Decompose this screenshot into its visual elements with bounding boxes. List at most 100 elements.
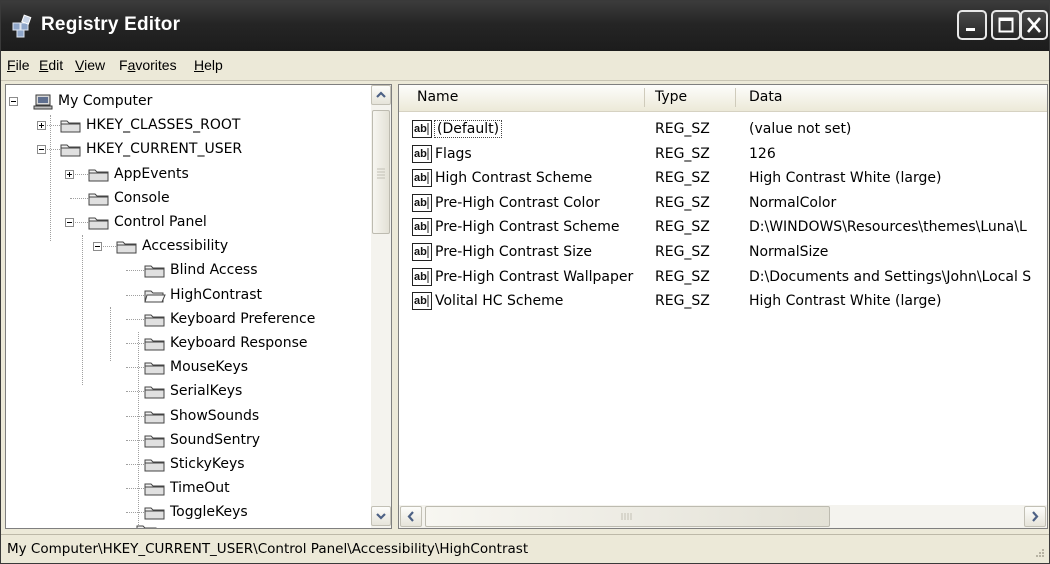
value-row[interactable]: ab Pre-High Contrast Wallpaper REG_SZ D:\Do… xyxy=(399,266,1047,290)
folder-icon xyxy=(144,386,165,399)
tree-node[interactable]: TimeOut xyxy=(6,478,366,500)
maximize-button[interactable] xyxy=(991,10,1021,40)
menu-view-text-rest: iew xyxy=(84,57,106,73)
scroll-thumb[interactable] xyxy=(372,110,390,234)
tree-node[interactable]: MouseKeys xyxy=(6,357,366,379)
menu-help[interactable]: Help xyxy=(194,57,223,73)
registry-editor-window: Registry Editor File Edit View Favorites… xyxy=(0,0,1050,564)
tree-node[interactable]: SoundSentry xyxy=(6,430,366,452)
tree-node[interactable]: Keyboard Response xyxy=(6,333,366,355)
value-type: REG_SZ xyxy=(655,170,710,187)
grip-icon xyxy=(377,168,385,179)
tree-node-label: Accessibility xyxy=(142,238,229,255)
menu-edit[interactable]: Edit xyxy=(39,57,63,73)
tree-node-label: HKEY_CLASSES_ROOT xyxy=(86,117,241,134)
value-type: REG_SZ xyxy=(655,194,710,211)
tree-node[interactable]: StickyKeys xyxy=(6,454,366,476)
minimize-icon xyxy=(966,28,975,31)
tree-node[interactable]: My Computer xyxy=(6,91,366,113)
value-row[interactable]: ab Pre-High Contrast Color REG_SZ NormalCol… xyxy=(399,192,1047,216)
tree-node[interactable]: HKEY_CLASSES_ROOT xyxy=(6,115,366,137)
tree-node[interactable]: Control Panel xyxy=(6,212,366,234)
menu-favorites[interactable]: Favorites xyxy=(119,57,177,73)
tree-node[interactable]: ToggleKeys xyxy=(6,502,366,524)
menu-bar: File Edit View Favorites Help xyxy=(1,52,1049,81)
title-bar[interactable]: Registry Editor xyxy=(1,1,1049,51)
value-row[interactable]: ab High Contrast Scheme REG_SZ High Contras… xyxy=(399,167,1047,191)
tree-connector xyxy=(82,235,84,385)
expand-icon[interactable] xyxy=(37,121,46,131)
tree-node-label: Control Panel xyxy=(114,214,207,230)
horizontal-scroll-thumb[interactable] xyxy=(425,506,830,527)
computer-icon xyxy=(33,94,53,110)
string-value-icon: ab xyxy=(412,193,432,212)
column-divider[interactable] xyxy=(644,88,645,107)
tree-node-label: MouseKeys xyxy=(170,359,249,376)
scroll-right-button[interactable] xyxy=(1024,506,1046,527)
tree-node-label: HKEY_CURRENT_USER xyxy=(86,141,243,158)
tree-node[interactable]: Console xyxy=(6,188,366,210)
values-list-pane[interactable]: Name Type Data ab (Default) REG_SZ (value n… xyxy=(398,84,1048,529)
column-type-header[interactable]: Type xyxy=(655,89,687,105)
expand-icon[interactable] xyxy=(65,169,74,179)
menu-help-accel: H xyxy=(194,57,205,73)
value-name: Volital HC Scheme xyxy=(435,293,564,310)
chevron-right-icon xyxy=(1032,511,1039,522)
folder-icon xyxy=(60,144,81,157)
string-value-icon: ab xyxy=(412,292,432,311)
menu-file[interactable]: File xyxy=(7,57,30,73)
tree-connector xyxy=(70,197,88,200)
list-header: Name Type Data xyxy=(399,85,1047,112)
tree-node-label: My Computer xyxy=(58,93,153,109)
svg-text:ab: ab xyxy=(414,148,427,160)
value-data: NormalSize xyxy=(749,244,829,260)
tree-node[interactable]: Accessibility xyxy=(6,236,366,258)
collapse-icon[interactable] xyxy=(37,145,46,155)
column-data-header[interactable]: Data xyxy=(749,89,782,105)
scroll-left-button[interactable] xyxy=(400,506,422,527)
resize-grip-icon[interactable] xyxy=(1031,546,1045,560)
tree-connector xyxy=(126,294,144,297)
maximize-icon xyxy=(998,17,1014,33)
column-divider[interactable] xyxy=(735,88,736,107)
scroll-down-button[interactable] xyxy=(371,506,391,526)
menu-view-accel: V xyxy=(75,57,85,73)
tree-node[interactable]: AppEvents xyxy=(6,164,366,186)
tree-node-label: Keyboard Response xyxy=(170,335,308,351)
collapse-icon[interactable] xyxy=(9,97,18,106)
minimize-button[interactable] xyxy=(957,10,987,40)
tree-node[interactable]: Keyboard Preference xyxy=(6,309,366,331)
tree-vertical-scrollbar[interactable] xyxy=(371,85,391,528)
tree-node[interactable]: SerialKeys xyxy=(6,381,366,403)
tree-node[interactable]: HighContrast xyxy=(6,285,366,307)
value-row[interactable]: ab Volital HC Scheme REG_SZ High Contrast W… xyxy=(399,290,1047,314)
open-folder-icon xyxy=(144,290,166,303)
registry-tree-pane[interactable]: My Computer HKEY_CLASSES_ROOT HKEY_CURRENT… xyxy=(5,84,392,529)
menu-view[interactable]: View xyxy=(75,57,105,73)
value-data: D:\Documents and Settings\John\Local S xyxy=(749,268,1032,285)
value-row[interactable]: ab Pre-High Contrast Scheme REG_SZ D:\WINDO… xyxy=(399,216,1047,240)
folder-icon xyxy=(88,217,109,230)
menu-help-text-rest: elp xyxy=(204,57,223,73)
grip-icon xyxy=(621,513,632,520)
tree-connector xyxy=(126,415,144,418)
column-name-header[interactable]: Name xyxy=(417,89,458,105)
tree-node[interactable]: HKEY_CURRENT_USER xyxy=(6,139,366,161)
list-horizontal-scrollbar[interactable] xyxy=(399,505,1047,528)
tree-connector xyxy=(126,343,144,345)
svg-text:ab: ab xyxy=(414,123,427,135)
collapse-icon[interactable] xyxy=(93,242,102,252)
tree-node[interactable]: ShowSounds xyxy=(6,406,366,428)
tree-connector xyxy=(110,307,112,361)
scroll-up-button[interactable] xyxy=(371,85,391,105)
value-row[interactable]: ab Pre-High Contrast Size REG_SZ NormalSize xyxy=(399,241,1047,265)
value-row[interactable]: ab Flags REG_SZ 126 xyxy=(399,143,1047,167)
value-row[interactable]: ab (Default) REG_SZ (value not set) xyxy=(399,118,1047,142)
collapse-icon[interactable] xyxy=(65,218,74,227)
current-key-path: My Computer\HKEY_CURRENT_USER\Control Pa… xyxy=(7,541,529,557)
tree-node[interactable]: Blind Access xyxy=(6,260,366,282)
menu-favorites-text-rest: vorites xyxy=(135,57,177,73)
close-button[interactable] xyxy=(1020,10,1048,40)
svg-text:ab: ab xyxy=(414,197,427,209)
string-value-icon: ab xyxy=(412,218,432,237)
